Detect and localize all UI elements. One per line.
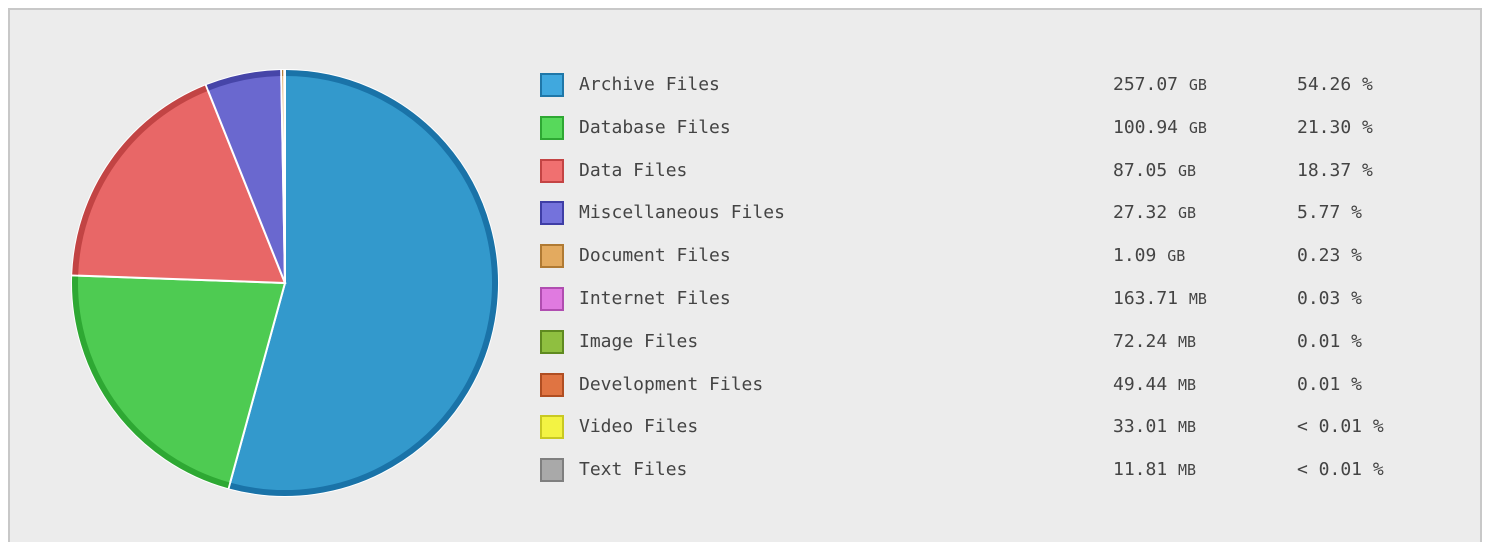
legend-size: 87.05 GB	[1113, 157, 1196, 185]
legend-label: Miscellaneous Files	[579, 199, 785, 227]
legend-size-value: 33.01	[1113, 416, 1167, 437]
legend-row-miscellaneous-files: Miscellaneous Files 27.32 GB 5.77 %	[540, 201, 1460, 244]
legend-swatch-miscellaneous-files	[540, 201, 564, 225]
legend-size-unit: GB	[1178, 204, 1196, 222]
legend-label: Development Files	[579, 371, 763, 399]
legend-percent: 0.01 %	[1297, 371, 1362, 399]
legend-size-value: 257.07	[1113, 74, 1178, 95]
legend-size-unit: MB	[1178, 333, 1196, 351]
legend-size: 1.09 GB	[1113, 242, 1185, 270]
legend-swatch-internet-files	[540, 287, 564, 311]
legend-label: Internet Files	[579, 285, 731, 313]
legend-row-database-files: Database Files 100.94 GB 21.30 %	[540, 116, 1460, 159]
chart-legend: Archive Files 257.07 GB 54.26 % Database Fi…	[540, 73, 1460, 501]
legend-size: 100.94 GB	[1113, 114, 1207, 142]
legend-size-unit: MB	[1178, 461, 1196, 479]
legend-percent: < 0.01 %	[1297, 456, 1384, 484]
legend-percent: 18.37 %	[1297, 157, 1373, 185]
legend-size: 49.44 MB	[1113, 371, 1196, 399]
legend-size-value: 100.94	[1113, 117, 1178, 138]
legend-row-archive-files: Archive Files 257.07 GB 54.26 %	[540, 73, 1460, 116]
legend-swatch-database-files	[540, 116, 564, 140]
legend-row-video-files: Video Files 33.01 MB < 0.01 %	[540, 415, 1460, 458]
legend-size: 11.81 MB	[1113, 456, 1196, 484]
legend-row-data-files: Data Files 87.05 GB 18.37 %	[540, 159, 1460, 202]
legend-size-value: 72.24	[1113, 331, 1167, 352]
legend-swatch-video-files	[540, 415, 564, 439]
file-type-pie-chart	[62, 60, 508, 506]
legend-size: 257.07 GB	[1113, 71, 1207, 99]
legend-size-unit: GB	[1178, 162, 1196, 180]
legend-label: Video Files	[579, 413, 698, 441]
legend-label: Image Files	[579, 328, 698, 356]
legend-percent: 0.23 %	[1297, 242, 1362, 270]
legend-size-unit: GB	[1189, 119, 1207, 137]
legend-swatch-data-files	[540, 159, 564, 183]
legend-size-unit: GB	[1167, 247, 1185, 265]
legend-label: Archive Files	[579, 71, 720, 99]
legend-swatch-text-files	[540, 458, 564, 482]
legend-size-value: 49.44	[1113, 374, 1167, 395]
legend-percent: 0.03 %	[1297, 285, 1362, 313]
legend-label: Data Files	[579, 157, 687, 185]
legend-percent: < 0.01 %	[1297, 413, 1384, 441]
legend-size-unit: MB	[1178, 376, 1196, 394]
legend-size: 163.71 MB	[1113, 285, 1207, 313]
legend-size-unit: MB	[1189, 290, 1207, 308]
legend-row-document-files: Document Files 1.09 GB 0.23 %	[540, 244, 1460, 287]
legend-size-unit: MB	[1178, 418, 1196, 436]
legend-size-value: 27.32	[1113, 202, 1167, 223]
legend-size-unit: GB	[1189, 76, 1207, 94]
legend-row-internet-files: Internet Files 163.71 MB 0.03 %	[540, 287, 1460, 330]
legend-size-value: 87.05	[1113, 160, 1167, 181]
legend-percent: 54.26 %	[1297, 71, 1373, 99]
legend-swatch-document-files	[540, 244, 564, 268]
legend-size: 27.32 GB	[1113, 199, 1196, 227]
legend-swatch-archive-files	[540, 73, 564, 97]
legend-label: Document Files	[579, 242, 731, 270]
legend-row-image-files: Image Files 72.24 MB 0.01 %	[540, 330, 1460, 373]
legend-size-value: 11.81	[1113, 459, 1167, 480]
legend-swatch-image-files	[540, 330, 564, 354]
legend-swatch-development-files	[540, 373, 564, 397]
legend-percent: 21.30 %	[1297, 114, 1373, 142]
legend-label: Text Files	[579, 456, 687, 484]
legend-size-value: 163.71	[1113, 288, 1178, 309]
legend-percent: 5.77 %	[1297, 199, 1362, 227]
legend-size: 33.01 MB	[1113, 413, 1196, 441]
legend-label: Database Files	[579, 114, 731, 142]
legend-size-value: 1.09	[1113, 245, 1156, 266]
legend-row-text-files: Text Files 11.81 MB < 0.01 %	[540, 458, 1460, 501]
legend-row-development-files: Development Files 49.44 MB 0.01 %	[540, 373, 1460, 416]
file-type-chart-panel: Archive Files 257.07 GB 54.26 % Database Fi…	[8, 8, 1482, 542]
legend-size: 72.24 MB	[1113, 328, 1196, 356]
legend-percent: 0.01 %	[1297, 328, 1362, 356]
